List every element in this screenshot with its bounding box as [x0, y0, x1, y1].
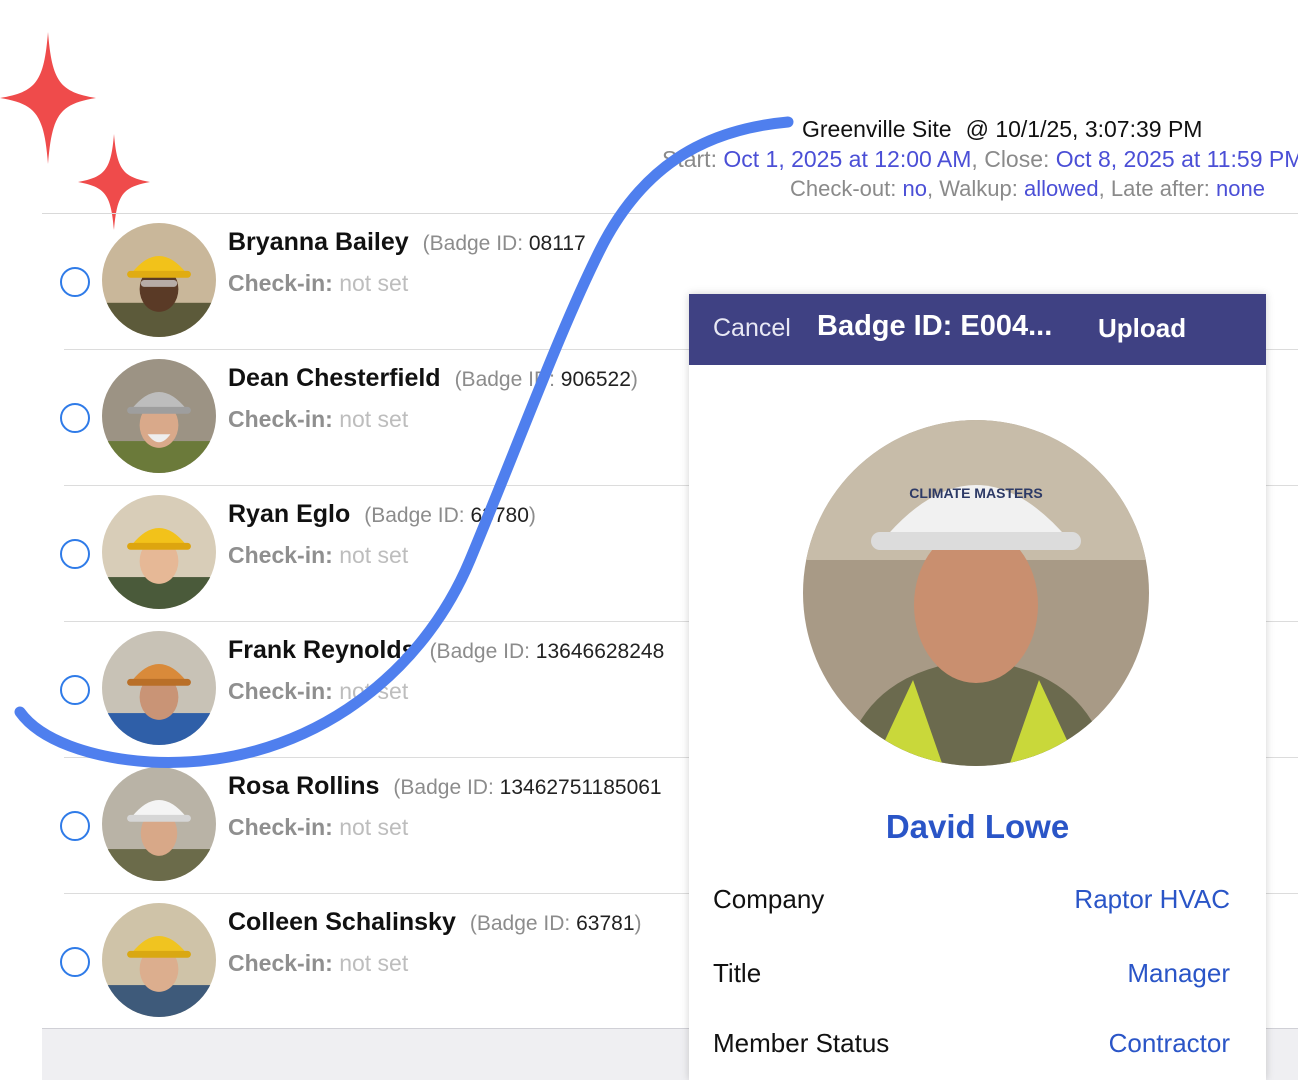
badge-id: (Badge ID: 08117 — [422, 232, 586, 255]
cancel-button[interactable]: Cancel — [713, 314, 791, 343]
select-radio[interactable] — [60, 811, 90, 841]
checkout-value: no — [902, 176, 927, 201]
site-line: Greenville Site @ 10/1/25, 3:07:39 PM — [802, 116, 1202, 143]
member-photo[interactable]: CLIMATE MASTERS — [803, 420, 1149, 766]
avatar — [102, 495, 216, 609]
member-name: Ryan Eglo — [228, 500, 351, 528]
avatar — [102, 223, 216, 337]
badge-id: (Badge ID: 906522) — [454, 368, 638, 391]
field-label: Company — [713, 884, 825, 914]
select-radio[interactable] — [60, 267, 90, 297]
field-label: Title — [713, 958, 762, 988]
select-radio[interactable] — [60, 947, 90, 977]
checkin-status: Check-in: not set — [228, 270, 409, 296]
company-field[interactable]: Company Raptor HVAC — [713, 884, 1230, 924]
walkup-label: Walkup: — [939, 176, 1018, 201]
upload-button[interactable]: Upload — [1098, 313, 1186, 344]
checkout-label: Check-out: — [789, 176, 897, 201]
schedule-line: Start: Oct 1, 2025 at 12:00 AM, Close: O… — [662, 146, 1298, 173]
checkin-status: Check-in: not set — [228, 406, 409, 432]
member-name: Frank Reynolds — [228, 636, 416, 664]
title-field[interactable]: Title Manager — [713, 958, 1230, 998]
member-full-name: David Lowe — [885, 808, 1070, 845]
modal-title: Badge ID: E004... — [817, 310, 1053, 342]
late-value: none — [1216, 176, 1265, 201]
member-detail-modal: Cancel Badge ID: E004... Upload CLIMATE … — [689, 294, 1266, 1080]
checkin-status: Check-in: not set — [228, 814, 409, 840]
walkup-value: allowed — [1024, 176, 1099, 201]
rules-line: Check-out: no, Walkup: allowed, Late aft… — [789, 176, 1265, 201]
site-name: Greenville Site — [802, 116, 952, 142]
member-name: Dean Chesterfield — [228, 364, 441, 392]
close-value: Oct 8, 2025 at 11:59 PM — [1055, 146, 1298, 172]
field-label: Member Status — [713, 1028, 890, 1058]
start-value: Oct 1, 2025 at 12:00 AM — [723, 146, 972, 172]
field-value[interactable]: Manager — [1127, 958, 1230, 989]
select-radio[interactable] — [60, 403, 90, 433]
avatar — [102, 767, 216, 881]
badge-id: (Badge ID: 63780) — [364, 504, 536, 527]
avatar — [102, 903, 216, 1017]
start-label: Start: — [662, 146, 717, 172]
member-name: Bryanna Bailey — [228, 228, 409, 256]
badge-id: (Badge ID: 63781) — [469, 912, 642, 935]
helmet-logo: CLIMATE MASTERS — [909, 485, 1043, 501]
badge-id: (Badge ID: 13462751185061 — [393, 776, 662, 799]
checkin-status: Check-in: not set — [228, 950, 409, 976]
select-radio[interactable] — [60, 539, 90, 569]
field-value[interactable]: Raptor HVAC — [1074, 884, 1230, 915]
badge-id: (Badge ID: 13646628248 — [429, 640, 665, 663]
avatar — [102, 359, 216, 473]
checkin-status: Check-in: not set — [228, 542, 409, 568]
avatar — [102, 631, 216, 745]
field-value[interactable]: Contractor — [1109, 1028, 1230, 1059]
select-radio[interactable] — [60, 675, 90, 705]
close-label: Close: — [984, 146, 1050, 172]
member-name: Rosa Rollins — [228, 772, 380, 800]
member-status-field[interactable]: Member Status Contractor — [713, 1028, 1230, 1068]
modal-navbar: Cancel Badge ID: E004... Upload — [689, 294, 1266, 365]
session-timestamp: @ 10/1/25, 3:07:39 PM — [965, 116, 1203, 142]
checkin-status: Check-in: not set — [228, 678, 409, 704]
member-name: Colleen Schalinsky — [228, 908, 456, 936]
late-label: Late after: — [1110, 176, 1210, 201]
